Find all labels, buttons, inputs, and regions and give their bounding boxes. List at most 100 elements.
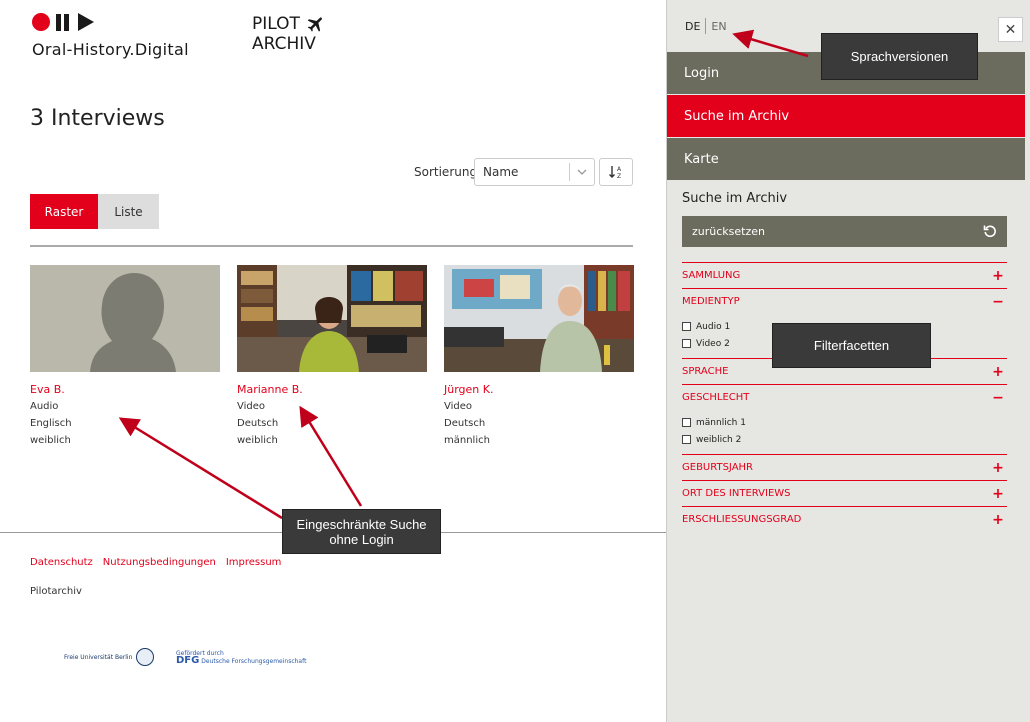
footer-link-impressum[interactable]: Impressum [226, 557, 282, 568]
facet-option-label: Video 2 [696, 338, 730, 349]
nav-search-archive[interactable]: Suche im Archiv [667, 95, 1025, 137]
interview-language: Deutsch [237, 418, 279, 429]
dfg-logo-big: DFG [176, 655, 200, 666]
callout-eingeschraenkte-suche: Eingeschränkte Suche ohne Login [282, 509, 441, 554]
main-content: Oral-History.Digital PILOT ARCHIV 3 Inte… [0, 0, 666, 722]
footer-link-datenschutz[interactable]: Datenschutz [30, 557, 93, 568]
tab-liste[interactable]: Liste [98, 194, 159, 229]
sort-select[interactable]: Name [474, 158, 595, 186]
collapse-minus-icon[interactable]: − [991, 390, 1005, 406]
checkbox[interactable] [682, 435, 691, 444]
callout-filterfacetten: Filterfacetten [772, 323, 931, 368]
interview-name[interactable]: Eva B. [30, 383, 220, 396]
sort-direction-button[interactable]: A Z [599, 158, 633, 186]
filter-facets: SAMMLUNG + MEDIENTYP − Audio 1 Video 2 S… [682, 262, 1007, 532]
person-silhouette-icon [90, 273, 176, 372]
expand-plus-icon[interactable]: + [991, 512, 1005, 528]
svg-text:Z: Z [617, 173, 621, 180]
facet-erschliessungsgrad: ERSCHLIESSUNGSGRAD + [682, 506, 1007, 532]
facet-header[interactable]: ORT DES INTERVIEWS + [682, 481, 1007, 506]
close-sidebar-button[interactable]: ✕ [998, 17, 1023, 42]
reset-button[interactable]: zurücksetzen [682, 216, 1007, 247]
expand-plus-icon[interactable]: + [991, 486, 1005, 502]
facet-option-label: männlich 1 [696, 417, 746, 428]
oral-history-logo[interactable]: Oral-History.Digital [32, 12, 189, 59]
tab-raster[interactable]: Raster [30, 194, 98, 229]
airplane-icon [307, 17, 322, 32]
facet-option[interactable]: weiblich 2 [682, 431, 1007, 448]
chevron-down-icon [570, 167, 594, 178]
reset-icon [983, 225, 996, 238]
checkbox[interactable] [682, 339, 691, 348]
interview-thumbnail[interactable] [237, 265, 427, 372]
dfg-logo[interactable]: Gefördert durch DFG Deutsche Forschungsg… [176, 650, 307, 666]
checkbox[interactable] [682, 322, 691, 331]
footer-site-name: Pilotarchiv [30, 586, 82, 597]
facet-option-label: weiblich 2 [696, 434, 742, 445]
lang-separator [705, 18, 707, 34]
callout-sprachversionen: Sprachversionen [821, 33, 978, 80]
reset-label: zurücksetzen [692, 225, 765, 238]
interview-card[interactable]: Jürgen K. Video Deutsch männlich [444, 265, 634, 447]
facet-options: männlich 1 weiblich 2 [682, 410, 1007, 454]
interview-photo-man [444, 265, 634, 372]
fu-berlin-logo[interactable]: Freie Universität Berlin [64, 648, 155, 666]
facet-label: SPRACHE [682, 366, 729, 377]
checkbox[interactable] [682, 418, 691, 427]
facet-geschlecht: GESCHLECHT − männlich 1 weiblich 2 [682, 384, 1007, 454]
interview-language: Deutsch [444, 418, 486, 429]
dfg-logo-text: Deutsche Forschungsgemeinschaft [201, 658, 307, 665]
fu-seal-icon [136, 648, 155, 666]
interview-thumbnail[interactable] [444, 265, 634, 372]
search-panel-title: Suche im Archiv [682, 191, 788, 206]
sort-select-value: Name [483, 165, 519, 179]
facet-label: MEDIENTYP [682, 296, 740, 307]
facet-header[interactable]: SAMMLUNG + [682, 263, 1007, 288]
facet-option-label: Audio 1 [696, 321, 731, 332]
view-mode-tabs: Raster Liste [30, 194, 159, 229]
facet-ort-des-interviews: ORT DES INTERVIEWS + [682, 480, 1007, 506]
interview-gender: weiblich [237, 435, 278, 446]
sort-ascending-icon: A Z [609, 166, 622, 180]
expand-plus-icon[interactable]: + [991, 460, 1005, 476]
pilot-archiv-logo[interactable]: PILOT ARCHIV [252, 14, 326, 54]
interview-card[interactable]: Marianne B. Video Deutsch weiblich [237, 265, 427, 447]
page-title: 3 Interviews [30, 106, 165, 131]
interview-media: Video [444, 401, 473, 412]
footer-link-nutzungsbedingungen[interactable]: Nutzungsbedingungen [103, 557, 216, 568]
interview-name[interactable]: Marianne B. [237, 383, 427, 396]
nav-map[interactable]: Karte [667, 138, 1025, 180]
close-icon: ✕ [1004, 21, 1017, 38]
facet-option[interactable]: männlich 1 [682, 414, 1007, 431]
facet-label: ORT DES INTERVIEWS [682, 488, 791, 499]
lang-de[interactable]: DE [685, 20, 700, 33]
sort-label: Sortierung [414, 165, 478, 179]
pilot-logo-line2: ARCHIV [252, 34, 316, 54]
interview-name[interactable]: Jürgen K. [444, 383, 634, 396]
callout-line2: ohne Login [329, 531, 394, 547]
svg-text:A: A [617, 166, 622, 173]
facet-header[interactable]: ERSCHLIESSUNGSGRAD + [682, 507, 1007, 532]
interview-gender: männlich [444, 435, 490, 446]
facet-header[interactable]: GEBURTSJAHR + [682, 455, 1007, 480]
facet-header[interactable]: MEDIENTYP − [682, 289, 1007, 314]
expand-plus-icon[interactable]: + [991, 364, 1005, 380]
expand-plus-icon[interactable]: + [991, 268, 1005, 284]
facet-label: ERSCHLIESSUNGSGRAD [682, 514, 802, 525]
divider [30, 245, 633, 247]
collapse-minus-icon[interactable]: − [991, 294, 1005, 310]
interview-grid: Eva B. Audio Englisch weiblich Marianne … [30, 265, 634, 447]
lang-en[interactable]: EN [711, 20, 726, 33]
footer-links: Datenschutz Nutzungsbedingungen Impressu… [30, 557, 281, 568]
interview-language: Englisch [30, 418, 72, 429]
interview-thumbnail-placeholder[interactable] [30, 265, 220, 372]
facet-label: SAMMLUNG [682, 270, 741, 281]
facet-label: GEBURTSJAHR [682, 462, 754, 473]
fu-logo-text: Freie Universität Berlin [64, 653, 133, 661]
facet-header[interactable]: GESCHLECHT − [682, 385, 1007, 410]
record-pause-play-icon [32, 12, 189, 32]
language-switcher: DE EN [685, 18, 727, 34]
callout-line1: Eingeschränkte Suche [296, 516, 427, 532]
interview-card[interactable]: Eva B. Audio Englisch weiblich [30, 265, 220, 447]
interview-photo-woman [237, 265, 427, 372]
